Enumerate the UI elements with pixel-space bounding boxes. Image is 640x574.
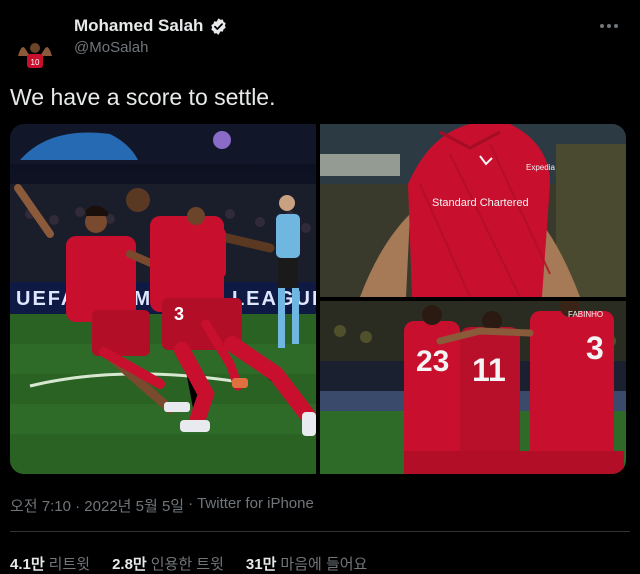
tweet-client[interactable]: Twitter for iPhone	[197, 495, 314, 516]
divider	[10, 531, 630, 532]
quote-label: 인용한 트윗	[150, 556, 224, 573]
avatar[interactable]: 10	[12, 26, 58, 72]
shirt-brand: Expedia	[526, 163, 555, 172]
quote-count: 2.8만	[112, 556, 147, 573]
like-stat[interactable]: 31만 마음에 들어요	[246, 553, 367, 574]
media-image-jersey[interactable]: Standard Chartered Expedia	[320, 124, 626, 297]
tweet-stats: 4.1만 리트윗 2.8만 인용한 트윗 31만 마음에 들어요	[10, 553, 367, 574]
tweet-timestamp[interactable]: 오전 7:10 · 2022년 5월 5일	[10, 495, 184, 516]
tweet-header: 10 Mohamed Salah @MoSalah	[12, 12, 628, 72]
retweet-label: 리트윗	[48, 556, 91, 573]
media-grid: UEFA CHAMPIONS LEAGUE	[10, 124, 626, 474]
retweet-stat[interactable]: 4.1만 리트윗	[10, 553, 90, 574]
media-image-celebration[interactable]: UEFA CHAMPIONS LEAGUE	[10, 124, 316, 474]
jersey-number: 23	[416, 345, 449, 378]
tweet-meta: 오전 7:10 · 2022년 5월 5일 · Twitter for iPho…	[10, 495, 314, 516]
quote-stat[interactable]: 2.8만 인용한 트윗	[112, 553, 224, 574]
retweet-count: 4.1만	[10, 556, 45, 573]
tweet-text: We have a score to settle.	[10, 84, 276, 110]
jersey-number: 3	[586, 330, 604, 366]
author-name[interactable]: Mohamed Salah	[74, 16, 203, 36]
meta-separator: ·	[188, 495, 194, 512]
author-handle[interactable]: @MoSalah	[74, 39, 148, 56]
jersey-number: 11	[472, 352, 506, 388]
like-count: 31만	[245, 556, 277, 573]
shirt-sponsor: Standard Chartered	[432, 197, 529, 209]
svg-text:10: 10	[31, 58, 40, 67]
more-options-icon[interactable]	[594, 16, 624, 36]
media-image-huddle[interactable]: 23 11 3 FABINHO	[320, 301, 626, 474]
player-number: 3	[174, 304, 184, 324]
like-label: 마음에 들어요	[280, 556, 368, 573]
verified-badge-icon	[211, 17, 227, 35]
jersey-name: FABINHO	[568, 310, 603, 319]
